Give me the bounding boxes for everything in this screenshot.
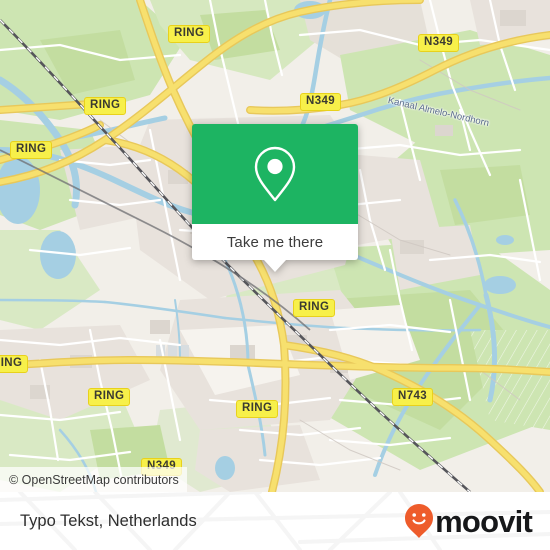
road-shield-ring: RING [168, 25, 211, 43]
road-shield-ring: RING [0, 355, 29, 373]
attribution-text: © OpenStreetMap contributors [9, 472, 179, 487]
callout-action-footer[interactable]: Take me there [192, 224, 358, 272]
road-shield-ring: RING [84, 97, 127, 115]
callout-tail-pointer [264, 260, 286, 272]
take-me-there-callout[interactable]: Take me there [192, 124, 358, 272]
road-shield-ring: RING [88, 388, 131, 406]
take-me-there-label: Take me there [226, 233, 324, 251]
place-name-label: Typo Tekst, Netherlands [20, 511, 197, 530]
road-shield-n743: N743 [392, 388, 434, 406]
road-shield-ring: RING [293, 299, 336, 317]
moovit-brand: moovit [404, 503, 533, 539]
map-pin-icon [254, 146, 296, 202]
road-shield-n349: N349 [418, 34, 460, 52]
moovit-smiley-pin-icon [405, 504, 434, 538]
road-shield-n349: N349 [300, 93, 342, 111]
moovit-wordmark: moovit [435, 503, 533, 539]
map-canvas[interactable]: RING N349 N349 RING RING RING RING RING … [0, 0, 550, 492]
moovit-map-screen: RING N349 N349 RING RING RING RING RING … [0, 0, 550, 550]
bottom-info-bar: Typo Tekst, Netherlands moovit [0, 492, 550, 550]
road-shield-ring: RING [236, 400, 279, 418]
road-shield-ring: RING [10, 141, 53, 159]
callout-pin-panel [192, 124, 358, 224]
map-attribution[interactable]: © OpenStreetMap contributors [0, 467, 187, 492]
